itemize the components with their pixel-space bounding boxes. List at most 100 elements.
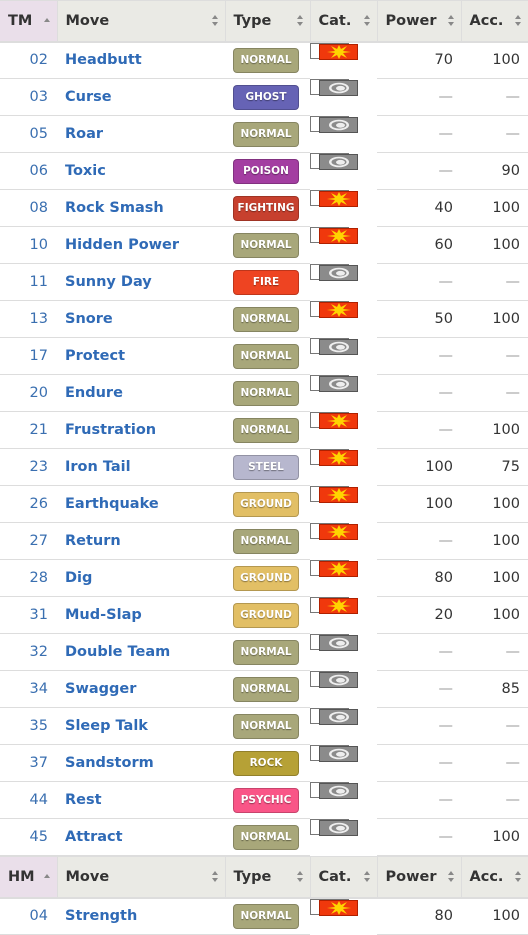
column-header-move[interactable]: Move [56,856,225,899]
type-badge[interactable]: NORMAL [233,121,299,147]
column-header-move[interactable]: Move [56,0,225,43]
column-header-tm[interactable]: TM [0,0,57,43]
move-link[interactable]: Return [65,533,121,549]
type-badge[interactable]: GHOST [233,84,299,110]
move-link[interactable]: Sandstorm [65,755,154,771]
move-link[interactable]: Sleep Talk [65,718,148,734]
status-category-icon[interactable] [319,375,358,392]
move-link[interactable]: Sunny Day [65,274,152,290]
move-link[interactable]: Iron Tail [65,459,131,475]
type-badge[interactable]: PSYCHIC [233,787,299,813]
move-link[interactable]: Rock Smash [65,200,164,216]
move-link[interactable]: Rest [65,792,102,808]
move-link[interactable]: Dig [65,570,92,586]
physical-category-icon[interactable] [319,190,358,207]
physical-category-icon[interactable] [319,449,358,466]
physical-category-icon[interactable] [319,43,358,60]
type-badge[interactable]: NORMAL [233,639,299,665]
type-badge[interactable]: NORMAL [233,528,299,554]
machine-number: 34 [0,670,57,708]
type-badge[interactable]: GROUND [233,491,299,517]
category-cell [310,781,358,799]
type-badge[interactable]: FIGHTING [233,195,299,221]
status-category-icon[interactable] [319,708,358,725]
type-badge[interactable]: ROCK [233,750,299,776]
move-link[interactable]: Frustration [65,422,156,438]
type-badge[interactable]: NORMAL [233,713,299,739]
type-badge[interactable]: STEEL [233,454,299,480]
accuracy-value: 85 [461,670,528,708]
machine-number: 21 [0,411,57,449]
status-category-icon[interactable] [319,634,358,651]
type-badge[interactable]: NORMAL [233,417,299,443]
type-cell: NORMAL [225,226,310,264]
column-header-cat[interactable]: Cat. [309,856,377,899]
physical-category-icon[interactable] [319,486,358,503]
status-category-icon[interactable] [319,745,358,762]
column-header-power[interactable]: Power [376,0,461,43]
move-link[interactable]: Swagger [65,681,136,697]
type-badge[interactable]: NORMAL [233,824,299,850]
move-link[interactable]: Attract [65,829,123,845]
type-badge[interactable]: NORMAL [233,306,299,332]
type-cell: GHOST [225,78,310,116]
type-cell: FIGHTING [225,189,310,227]
physical-category-icon[interactable] [319,899,358,916]
move-link[interactable]: Double Team [65,644,170,660]
move-link[interactable]: Endure [65,385,123,401]
physical-category-icon[interactable] [319,597,358,614]
type-badge[interactable]: NORMAL [233,903,299,929]
column-header-cat[interactable]: Cat. [309,0,377,43]
physical-category-icon[interactable] [319,560,358,577]
column-header-type[interactable]: Type [224,0,310,43]
status-category-icon[interactable] [319,264,358,281]
move-link[interactable]: Strength [65,908,137,924]
status-category-icon[interactable] [319,153,358,170]
type-badge[interactable]: NORMAL [233,343,299,369]
column-header-type[interactable]: Type [224,856,310,899]
accuracy-value: 100 [461,596,528,634]
column-header-acc[interactable]: Acc. [460,856,528,899]
column-header-hm[interactable]: HM [0,856,57,899]
type-badge[interactable]: NORMAL [233,232,299,258]
type-badge[interactable]: FIRE [233,269,299,295]
move-link[interactable]: Headbutt [65,52,142,68]
move-link[interactable]: Toxic [65,163,106,179]
accuracy-value: — [461,744,528,782]
status-category-icon[interactable] [319,79,358,96]
move-link[interactable]: Mud-Slap [65,607,142,623]
status-category-icon[interactable] [319,671,358,688]
status-category-icon[interactable] [319,782,358,799]
power-value: — [377,78,461,116]
move-link[interactable]: Protect [65,348,125,364]
power-value: 70 [377,41,461,79]
physical-category-icon[interactable] [319,227,358,244]
status-category-icon[interactable] [319,338,358,355]
move-link[interactable]: Roar [65,126,103,142]
status-category-icon[interactable] [319,116,358,133]
type-badge[interactable]: NORMAL [233,676,299,702]
physical-category-icon[interactable] [319,412,358,429]
physical-category-icon[interactable] [319,523,358,540]
machine-number: 32 [0,633,57,671]
move-link[interactable]: Snore [65,311,113,327]
type-cell: NORMAL [225,115,310,153]
status-category-icon[interactable] [319,819,358,836]
table-row: 10 Hidden Power NORMAL 60 100 [0,226,528,264]
physical-category-icon[interactable] [319,301,358,318]
type-badge[interactable]: POISON [233,158,299,184]
move-cell: Earthquake [57,485,225,523]
category-cell [310,374,358,392]
column-header-power[interactable]: Power [376,856,461,899]
table-row: 13 Snore NORMAL 50 100 [0,300,528,338]
move-link[interactable]: Hidden Power [65,237,179,253]
column-header-acc[interactable]: Acc. [460,0,528,43]
type-badge[interactable]: GROUND [233,565,299,591]
move-link[interactable]: Curse [65,89,112,105]
type-badge[interactable]: GROUND [233,602,299,628]
header-label: Type [233,12,272,29]
type-badge[interactable]: NORMAL [233,380,299,406]
type-badge[interactable]: NORMAL [233,47,299,73]
move-link[interactable]: Earthquake [65,496,159,512]
power-value: 20 [377,596,461,634]
